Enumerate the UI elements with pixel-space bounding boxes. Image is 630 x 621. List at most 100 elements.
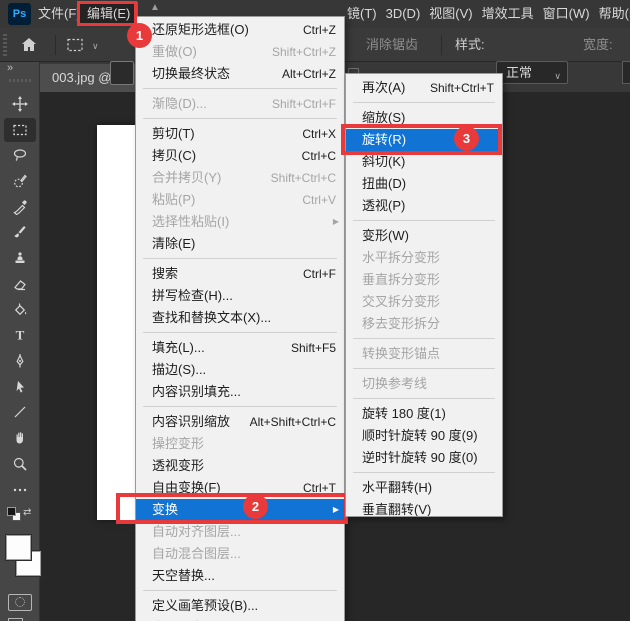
menu-separator bbox=[143, 590, 337, 591]
menu-item-label: 操控变形 bbox=[152, 436, 205, 451]
menu-item-stroke[interactable]: 描边(S)... bbox=[136, 359, 344, 381]
menu-item-label: 垂直翻转(V) bbox=[362, 502, 432, 517]
toolbar-tool-clone-stamp[interactable] bbox=[4, 246, 36, 270]
toolbar-tool-eyedropper[interactable] bbox=[4, 195, 36, 219]
menu-item-fade: 渐隐(D)... Shift+Ctrl+F bbox=[136, 93, 344, 115]
menu-item-label: 拼写检查(H)... bbox=[152, 288, 233, 303]
toolbar-tool-line[interactable] bbox=[4, 400, 36, 424]
menu-item-convert-warp-anchor: 转换变形锚点 bbox=[346, 343, 502, 365]
menu-item-puppet-warp: 操控变形 bbox=[136, 433, 344, 455]
menu-item-label: 垂直拆分变形 bbox=[362, 272, 441, 287]
style-dropdown[interactable]: 正常 ∨ bbox=[496, 61, 568, 84]
menu-item-cut[interactable]: 剪切(T) Ctrl+X bbox=[136, 123, 344, 145]
menu-plugins[interactable]: 增效工具 bbox=[482, 0, 534, 28]
menu-item-undo[interactable]: 还原矩形选框(O) Ctrl+Z bbox=[136, 19, 344, 41]
toolbar-tool-eraser[interactable] bbox=[4, 272, 36, 296]
menu-item-label: 选择性粘贴(I) bbox=[152, 214, 230, 229]
menu-item-again[interactable]: 再次(A) Shift+Ctrl+T bbox=[346, 77, 502, 99]
menu-item-shortcut: Alt+Shift+Ctrl+C bbox=[249, 415, 336, 429]
annotation-box-edit-menu bbox=[77, 1, 137, 26]
menu-item-flip-vertical[interactable]: 垂直翻转(V) bbox=[346, 499, 502, 517]
menu-help[interactable]: 帮助(H) bbox=[599, 0, 630, 28]
hand-icon bbox=[16, 432, 23, 444]
toolbar-tool-more[interactable] bbox=[4, 478, 36, 502]
default-colors-icon[interactable]: ⇄ bbox=[6, 506, 34, 524]
menu-item-warp[interactable]: 变形(W) bbox=[346, 225, 502, 247]
menu-item-perspective[interactable]: 透视(P) bbox=[346, 195, 502, 217]
toolbar-tool-pen[interactable] bbox=[4, 349, 36, 373]
menu-item-sky-replacement[interactable]: 天空替换... bbox=[136, 565, 344, 587]
menu-item-rotate-90-cw[interactable]: 顺时针旋转 90 度(9) bbox=[346, 425, 502, 447]
menu-item-shortcut: Shift+Ctrl+T bbox=[429, 81, 494, 95]
foreground-color-swatch[interactable] bbox=[5, 534, 32, 561]
annotation-box-transform bbox=[116, 493, 348, 524]
menu-item-label: 内容识别缩放 bbox=[152, 414, 231, 429]
menu-item-label: 切换参考线 bbox=[362, 376, 428, 391]
menu-item-flip-horizontal[interactable]: 水平翻转(H) bbox=[346, 477, 502, 499]
toolbar-tool-move[interactable] bbox=[4, 92, 36, 116]
menu-item-label: 还原矩形选框(O) bbox=[152, 22, 249, 37]
rect-marquee-icon bbox=[13, 124, 27, 136]
toolbar-tool-lasso[interactable] bbox=[4, 143, 36, 167]
photoshop-logo[interactable]: Ps bbox=[8, 3, 31, 25]
more-icon bbox=[13, 488, 27, 492]
toolbar-tool-brush[interactable] bbox=[4, 221, 36, 245]
toolbar-tool-quick-selection[interactable] bbox=[4, 169, 36, 193]
toolbar-grip[interactable] bbox=[9, 79, 31, 82]
menu-item-label: 移去变形拆分 bbox=[362, 316, 441, 331]
menu-item-distort[interactable]: 扭曲(D) bbox=[346, 173, 502, 195]
menu-item-find-replace-text[interactable]: 查找和替换文本(X)... bbox=[136, 307, 344, 329]
toolbar-tool-hand[interactable] bbox=[4, 426, 36, 450]
menu-window[interactable]: 窗口(W) bbox=[543, 0, 590, 28]
menu-item-define-pattern[interactable]: 定义图案... bbox=[136, 617, 344, 621]
paint-bucket-icon bbox=[14, 303, 27, 316]
toolbar-tool-zoom[interactable] bbox=[4, 452, 36, 476]
style-value: 正常 bbox=[506, 65, 533, 80]
chevron-down-icon: ∨ bbox=[554, 71, 561, 81]
menu-item-paste-special: 选择性粘贴(I) ▶ bbox=[136, 211, 344, 233]
menu-item-clear[interactable]: 清除(E) bbox=[136, 233, 344, 255]
home-icon[interactable] bbox=[20, 35, 42, 55]
toolbar-tool-path-select[interactable] bbox=[4, 375, 36, 399]
menu-item-check-spelling[interactable]: 拼写检查(H)... bbox=[136, 285, 344, 307]
menu-item-content-aware-fill[interactable]: 内容识别填充... bbox=[136, 381, 344, 403]
menu-item-search[interactable]: 搜索 Ctrl+F bbox=[136, 263, 344, 285]
menu-item-rotate-180[interactable]: 旋转 180 度(1) bbox=[346, 403, 502, 425]
menu-item-label: 透视变形 bbox=[152, 458, 205, 473]
options-separator bbox=[55, 35, 56, 55]
menu-3d[interactable]: 3D(D) bbox=[386, 0, 421, 28]
menu-item-label: 顺时针旋转 90 度(9) bbox=[362, 428, 478, 443]
toolbar-tool-type[interactable]: T bbox=[4, 323, 36, 347]
swap-colors-icon[interactable]: ⇄ bbox=[23, 507, 31, 518]
menu-separator bbox=[353, 368, 495, 369]
menu-item-rotate-90-ccw[interactable]: 逆时针旋转 90 度(0) bbox=[346, 447, 502, 469]
quick-mask-button[interactable] bbox=[8, 594, 32, 611]
width-input[interactable] bbox=[622, 61, 630, 84]
marquee-preset-icon[interactable] bbox=[66, 37, 84, 58]
menu-filter-partial[interactable]: 镜(T) bbox=[347, 0, 377, 28]
menu-separator bbox=[143, 88, 337, 89]
menu-separator bbox=[143, 258, 337, 259]
pen-icon bbox=[16, 354, 24, 368]
menu-item-define-brush-preset[interactable]: 定义画笔预设(B)... bbox=[136, 595, 344, 617]
move-icon bbox=[12, 96, 28, 112]
menu-item-toggle-last-state[interactable]: 切换最终状态 Alt+Ctrl+Z bbox=[136, 63, 344, 85]
menu-item-copy[interactable]: 拷贝(C) Ctrl+C bbox=[136, 145, 344, 167]
lasso-icon bbox=[13, 149, 27, 161]
menu-item-fill[interactable]: 填充(L)... Shift+F5 bbox=[136, 337, 344, 359]
menu-item-content-aware-scale[interactable]: 内容识别缩放 Alt+Shift+Ctrl+C bbox=[136, 411, 344, 433]
toolbar-collapse-icon[interactable]: » bbox=[7, 62, 14, 74]
selection-mode-button[interactable] bbox=[110, 61, 134, 85]
options-bar-grip[interactable] bbox=[3, 34, 7, 56]
menu-item-label: 转换变形锚点 bbox=[362, 346, 441, 361]
toolbar-tool-paint-bucket[interactable] bbox=[4, 298, 36, 322]
menu-scroll-up-icon[interactable]: ▲ bbox=[150, 2, 160, 13]
menu-item-shortcut: Shift+Ctrl+Z bbox=[271, 45, 336, 59]
menu-item-perspective-warp[interactable]: 透视变形 bbox=[136, 455, 344, 477]
chevron-down-icon[interactable]: ∨ bbox=[92, 41, 99, 52]
line-icon bbox=[14, 406, 26, 418]
menu-item-copy-merged: 合并拷贝(Y) Shift+Ctrl+C bbox=[136, 167, 344, 189]
menu-item-shortcut: Shift+Ctrl+C bbox=[270, 171, 336, 185]
menu-view[interactable]: 视图(V) bbox=[429, 0, 472, 28]
toolbar-tool-rect-marquee[interactable] bbox=[4, 118, 36, 142]
